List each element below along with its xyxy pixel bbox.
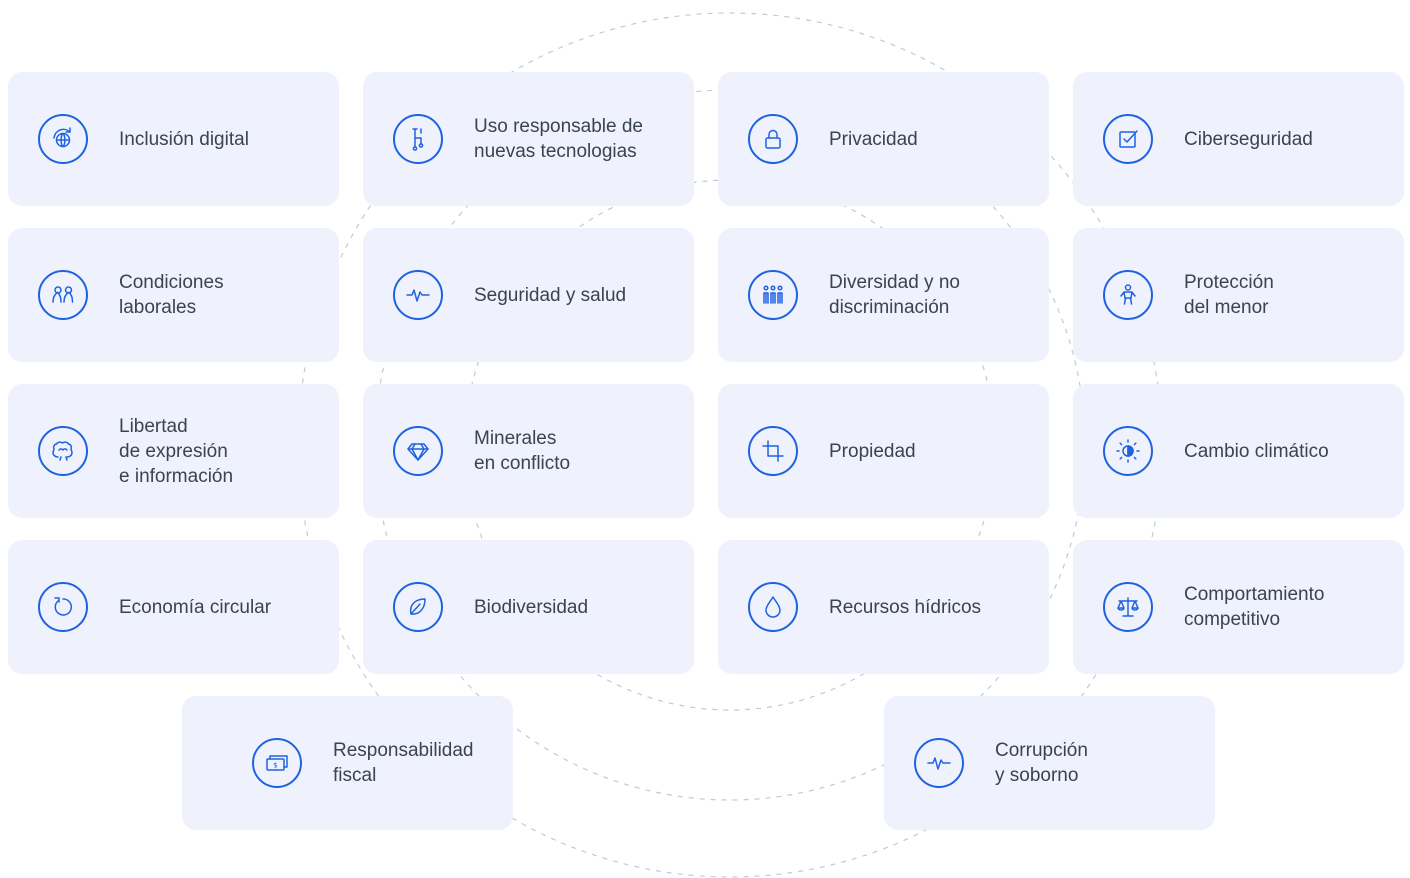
topic-label: Cambio climático <box>1184 440 1329 462</box>
topic-label: Diversidad y no discriminación <box>829 272 960 318</box>
topic-card-inclusion-digital[interactable]: Inclusión digital <box>8 72 339 206</box>
topic-label: Responsabilidad fiscal <box>333 740 474 786</box>
topic-card-diversidad[interactable]: Diversidad y no discriminación <box>718 228 1049 362</box>
checkbox-icon <box>1103 114 1153 164</box>
topic-card-proteccion-menor[interactable]: Protección del menor <box>1073 228 1404 362</box>
topic-label: Ciberseguridad <box>1184 128 1313 150</box>
heartbeat-icon <box>393 270 443 320</box>
topic-label: Recursos hídricos <box>829 596 982 618</box>
topic-label: Minerales en conflicto <box>474 428 571 474</box>
topic-card-libertad-expresion[interactable]: Libertad de expresión e información <box>8 384 339 518</box>
topic-label: Corrupción y soborno <box>995 740 1088 786</box>
lock-icon <box>748 114 798 164</box>
money-icon: $ <box>252 738 302 788</box>
topic-card-propiedad[interactable]: Propiedad <box>718 384 1049 518</box>
refresh-icon <box>38 582 88 632</box>
topic-label: Privacidad <box>829 128 918 150</box>
topic-label: Condiciones laborales <box>119 272 224 318</box>
sun-icon <box>1103 426 1153 476</box>
topic-card-privacidad[interactable]: Privacidad <box>718 72 1049 206</box>
topic-card-recursos-hidricos[interactable]: Recursos hídricos <box>718 540 1049 674</box>
topic-label: Uso responsable de nuevas tecnologias <box>474 116 643 162</box>
globe-refresh-icon <box>38 114 88 164</box>
group-icon <box>748 270 798 320</box>
topic-card-seguridad-salud[interactable]: Seguridad y salud <box>363 228 694 362</box>
circuit-icon <box>393 114 443 164</box>
crop-icon <box>748 426 798 476</box>
topic-card-responsabilidad-fiscal[interactable]: $ Responsabilidad fiscal <box>182 696 513 830</box>
diamond-icon <box>393 426 443 476</box>
scale-icon <box>1103 582 1153 632</box>
topic-label: Inclusión digital <box>119 128 249 150</box>
topic-label: Seguridad y salud <box>474 284 627 306</box>
topic-card-condiciones-laborales[interactable]: Condiciones laborales <box>8 228 339 362</box>
pulse-icon <box>914 738 964 788</box>
topic-card-uso-responsable[interactable]: Uso responsable de nuevas tecnologias <box>363 72 694 206</box>
topic-card-economia-circular[interactable]: Economía circular <box>8 540 339 674</box>
topic-card-corrupcion-soborno[interactable]: Corrupción y soborno <box>884 696 1215 830</box>
topic-label: Propiedad <box>829 440 916 462</box>
svg-text:$: $ <box>273 762 277 770</box>
leaf-icon <box>393 582 443 632</box>
brain-icon <box>38 426 88 476</box>
topic-label: Comportamiento competitivo <box>1184 584 1325 630</box>
topic-label: Protección del menor <box>1184 272 1274 318</box>
topic-label: Biodiversidad <box>474 596 589 618</box>
child-icon <box>1103 270 1153 320</box>
topic-card-ciberseguridad[interactable]: Ciberseguridad <box>1073 72 1404 206</box>
topic-card-biodiversidad[interactable]: Biodiversidad <box>363 540 694 674</box>
water-drop-icon <box>748 582 798 632</box>
topic-label: Economía circular <box>119 596 272 618</box>
topic-card-comportamiento-competitivo[interactable]: Comportamiento competitivo <box>1073 540 1404 674</box>
topic-card-cambio-climatico[interactable]: Cambio climático <box>1073 384 1404 518</box>
people-icon <box>38 270 88 320</box>
topic-label: Libertad de expresión e información <box>119 415 234 487</box>
topic-card-minerales[interactable]: Minerales en conflicto <box>363 384 694 518</box>
